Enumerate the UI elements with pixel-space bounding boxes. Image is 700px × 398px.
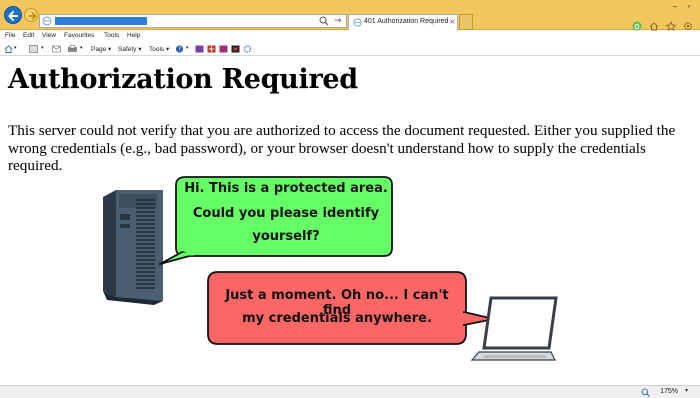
- zoom-level[interactable]: 175%: [660, 388, 678, 395]
- client-bubble-line-2: my credentials anywhere.: [242, 311, 432, 326]
- authentication-illustration: [103, 176, 558, 361]
- zoom-dropdown-icon[interactable]: ▾: [685, 387, 688, 394]
- status-bar: 175% ▾: [0, 385, 700, 398]
- server-tower-icon: [103, 190, 163, 305]
- zoom-icon[interactable]: [641, 388, 650, 397]
- server-bubble-line-1: Hi. This is a protected area.: [184, 181, 388, 196]
- laptop-icon: [470, 296, 558, 361]
- server-bubble-line-3: yourself?: [252, 229, 320, 244]
- server-bubble-line-2: Could you please identify: [192, 206, 380, 221]
